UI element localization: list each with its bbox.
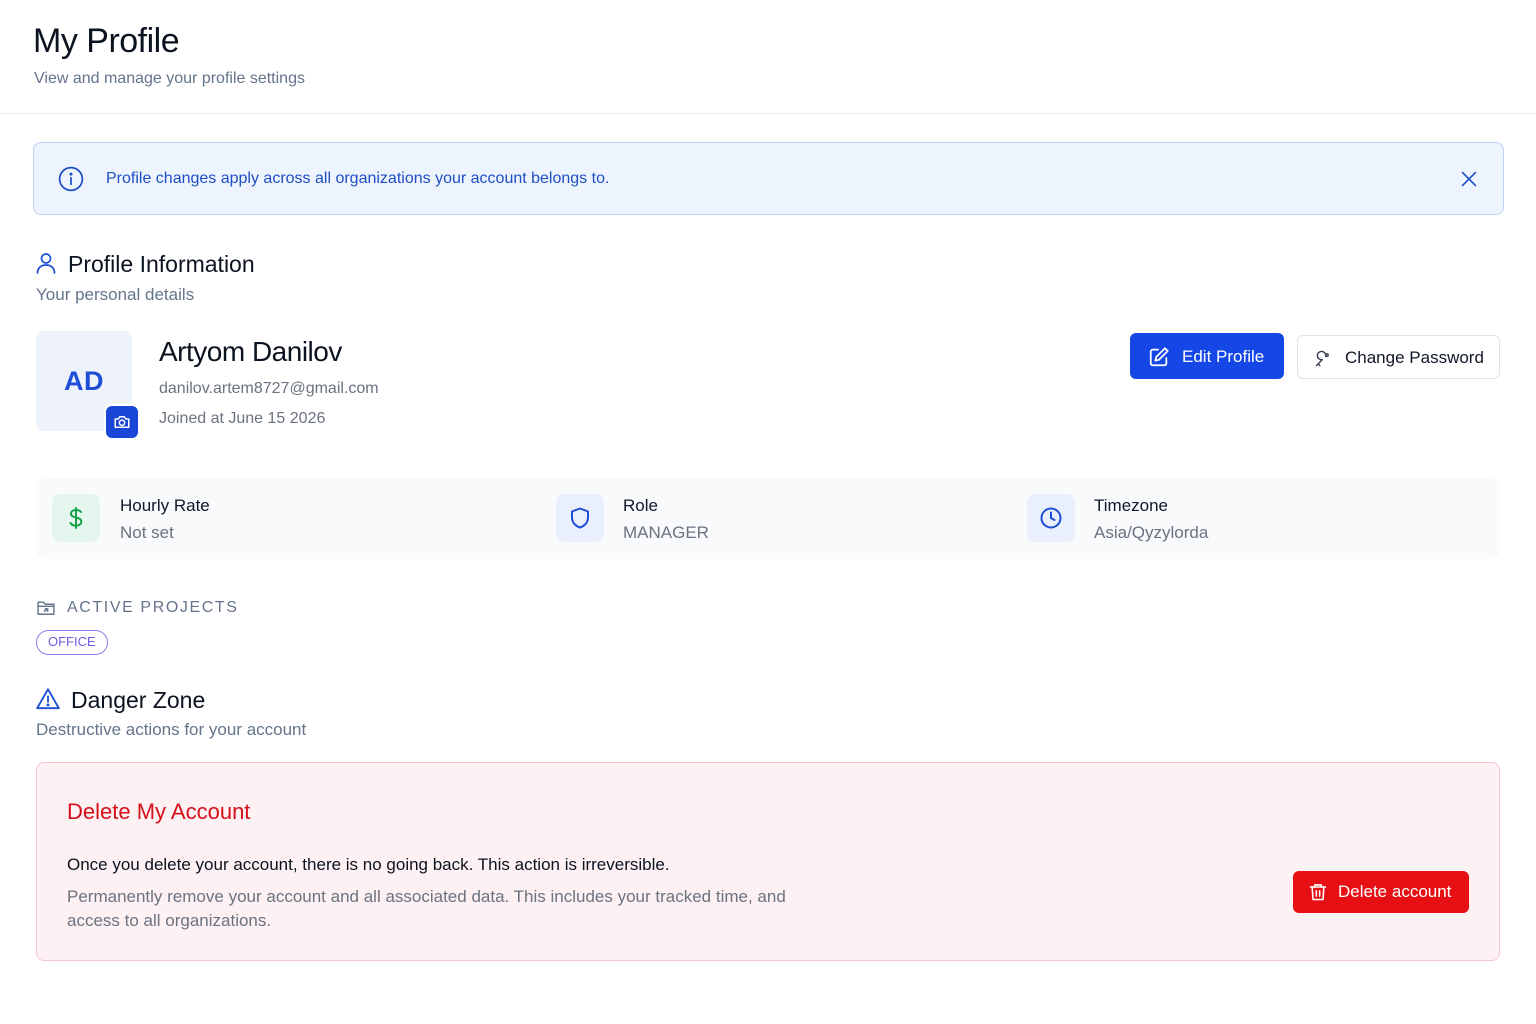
folder-icon bbox=[37, 601, 55, 615]
timezone-label: Timezone bbox=[1094, 496, 1169, 515]
trash-icon bbox=[1309, 884, 1327, 901]
warning-icon bbox=[36, 688, 60, 710]
delete-account-label: Delete account bbox=[1338, 882, 1452, 901]
banner-text: Profile changes apply across all organiz… bbox=[106, 170, 610, 187]
stats-card: Hourly Rate Not set Role MANAGER Timezon… bbox=[36, 478, 1500, 559]
page-subtitle: View and manage your profile settings bbox=[34, 70, 305, 87]
role-value: MANAGER bbox=[623, 523, 709, 542]
delete-account-title: Delete My Account bbox=[67, 799, 251, 824]
page-title: My Profile bbox=[33, 22, 180, 60]
info-banner: Profile changes apply across all organiz… bbox=[33, 142, 1504, 215]
edit-profile-label: Edit Profile bbox=[1182, 347, 1265, 366]
role-label: Role bbox=[623, 496, 658, 515]
user-email: danilov.artem8727@gmail.com bbox=[159, 380, 379, 397]
avatar-initials: AD bbox=[64, 366, 104, 396]
delete-account-button[interactable]: Delete account bbox=[1293, 871, 1469, 913]
active-projects-heading: ACTIVE PROJECTS bbox=[67, 599, 239, 616]
dollar-icon bbox=[69, 507, 83, 529]
change-password-button[interactable]: Change Password bbox=[1297, 335, 1500, 379]
hourly-rate-value: Not set bbox=[120, 523, 174, 542]
edit-icon bbox=[1149, 347, 1169, 367]
delete-account-warning: Once you delete your account, there is n… bbox=[67, 855, 670, 874]
hourly-rate-label: Hourly Rate bbox=[120, 496, 210, 515]
change-password-label: Change Password bbox=[1345, 348, 1484, 367]
close-icon[interactable] bbox=[1458, 168, 1480, 190]
shield-icon bbox=[571, 507, 589, 529]
clock-icon bbox=[1040, 507, 1062, 529]
camera-icon bbox=[114, 416, 130, 428]
profile-section-subtitle: Your personal details bbox=[36, 285, 195, 304]
change-avatar-button[interactable] bbox=[104, 404, 140, 440]
user-name: Artyom Danilov bbox=[159, 336, 342, 367]
danger-zone-subtitle: Destructive actions for your account bbox=[36, 720, 307, 739]
page-header: My Profile View and manage your profile … bbox=[0, 0, 1536, 114]
timezone-value: Asia/Qyzylorda bbox=[1094, 523, 1209, 542]
hourly-rate-icon-box bbox=[52, 494, 100, 542]
info-icon bbox=[58, 166, 84, 192]
timezone-icon-box bbox=[1027, 494, 1075, 542]
key-icon bbox=[1315, 350, 1329, 367]
role-icon-box bbox=[556, 494, 604, 542]
delete-account-description: Permanently remove your account and all … bbox=[67, 887, 786, 930]
delete-account-card: Delete My Account Once you delete your a… bbox=[36, 762, 1500, 961]
profile-section-title: Profile Information bbox=[68, 251, 255, 277]
edit-profile-button[interactable]: Edit Profile bbox=[1130, 333, 1284, 379]
project-badge[interactable]: OFFICE bbox=[36, 630, 108, 655]
user-joined-date: Joined at June 15 2026 bbox=[159, 410, 326, 427]
user-icon bbox=[36, 253, 56, 274]
danger-zone-title: Danger Zone bbox=[71, 687, 206, 713]
